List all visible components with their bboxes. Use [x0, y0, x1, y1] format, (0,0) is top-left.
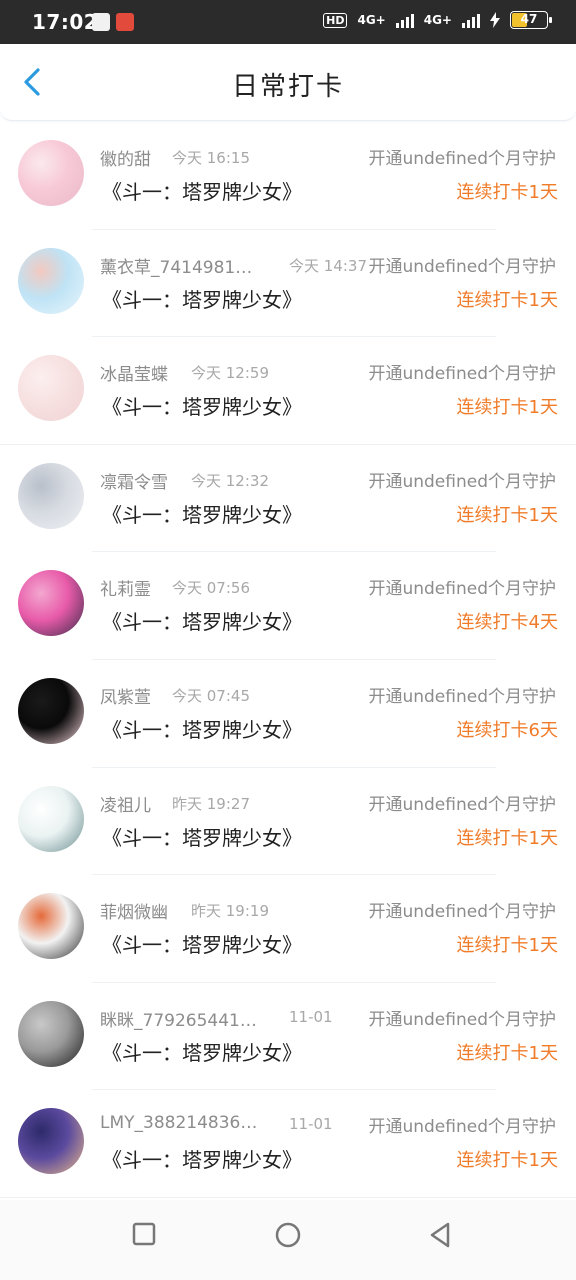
- streak-label: 连续打卡6天: [456, 719, 558, 741]
- topic-title: 《斗一：塔罗牌少女》: [102, 610, 302, 635]
- streak-label: 连续打卡1天: [456, 289, 558, 311]
- notification-app-icon: [92, 13, 110, 31]
- battery-cap: [549, 17, 552, 23]
- topic-title: 《斗一：塔罗牌少女》: [102, 180, 302, 204]
- streak-label: 连续打卡1天: [456, 397, 558, 419]
- checkin-time: 昨天 19:27: [172, 794, 250, 813]
- checkin-time: 今天 07:56: [172, 579, 250, 598]
- status-bar: 17:02 HD 4G+ 4G+ 47: [0, 0, 576, 44]
- status-time: 17:02: [32, 10, 99, 34]
- battery-icon: 47: [510, 11, 552, 29]
- app-header: 日常打卡: [0, 44, 576, 121]
- checkin-time: 昨天 19:19: [191, 902, 269, 921]
- circle-icon[interactable]: [275, 1222, 301, 1248]
- avatar[interactable]: [18, 140, 84, 206]
- signal-icon-2: [462, 12, 480, 28]
- checkin-time: 今天 14:37: [289, 256, 367, 275]
- triangle-back-icon[interactable]: [428, 1222, 452, 1248]
- checkin-time: 11-01: [289, 1115, 333, 1134]
- battery-level: 47: [520, 12, 538, 26]
- avatar[interactable]: [18, 247, 84, 314]
- streak-label: 连续打卡1天: [456, 1150, 558, 1172]
- streak-label: 连续打卡1天: [456, 182, 558, 203]
- streak-label: 连续打卡1天: [456, 504, 558, 526]
- guard-status: 开通undefined个月守护: [366, 1112, 556, 1138]
- guard-status: 开通undefined个月守护: [366, 897, 556, 923]
- guard-status: 开通undefined个月守护: [366, 1004, 556, 1030]
- checkin-list: 徽的甜 今天 16:15 开通undefined个月守护 《斗一：塔罗牌少女》 连续打卡…: [0, 122, 576, 1198]
- user-name[interactable]: 菲烟微幽: [100, 898, 168, 923]
- avatar[interactable]: [18, 677, 84, 744]
- avatar[interactable]: [18, 1108, 84, 1175]
- guard-status: 开通undefined个月守护: [366, 144, 556, 169]
- list-item[interactable]: 眯眯_779265441… 11-01 开通undefined个月守护《斗一：塔罗牌…: [0, 983, 576, 1091]
- list-item[interactable]: 冰晶莹蝶 今天 12:59 开通undefined个月守护《斗一：塔罗牌少女》 连续打…: [0, 337, 576, 445]
- topic-title: 《斗一：塔罗牌少女》: [102, 1040, 302, 1065]
- checkin-time: 今天 16:15: [172, 149, 250, 167]
- streak-label: 连续打卡1天: [456, 827, 558, 849]
- list-item[interactable]: 薰衣草_7414981… 今天 14:37 开通undefined个月守护《斗一：塔…: [0, 230, 576, 338]
- list-item[interactable]: LMY_388214836… 11-01 开通undefined个月守护《斗一：塔罗…: [0, 1090, 576, 1198]
- user-name[interactable]: 冰晶莹蝶: [100, 360, 168, 385]
- guard-status: 开通undefined个月守护: [366, 681, 556, 707]
- network-label-2: 4G+: [423, 13, 452, 27]
- topic-title: 《斗一：塔罗牌少女》: [102, 825, 302, 850]
- hd-badge: HD: [323, 12, 348, 28]
- topic-title: 《斗一：塔罗牌少女》: [102, 717, 302, 742]
- topic-title: 《斗一：塔罗牌少女》: [102, 395, 302, 420]
- user-name[interactable]: 眯眯_779265441…: [100, 1006, 257, 1031]
- notification-app-icon-2: [116, 13, 134, 31]
- topic-title: 《斗一：塔罗牌少女》: [102, 933, 302, 958]
- topic-title: 《斗一：塔罗牌少女》: [102, 502, 302, 527]
- user-name[interactable]: 徽的甜: [100, 145, 151, 170]
- avatar[interactable]: [18, 785, 84, 852]
- list-item[interactable]: 徽的甜 今天 16:15 开通undefined个月守护《斗一：塔罗牌少女》 连续打卡…: [0, 122, 576, 230]
- checkin-time: 今天 12:59: [191, 364, 269, 383]
- topic-title: 《斗一：塔罗牌少女》: [102, 287, 302, 312]
- user-name[interactable]: 凌祖儿: [100, 791, 151, 816]
- guard-status: 开通undefined个月守护: [366, 359, 556, 385]
- network-label-1: 4G+: [357, 13, 386, 27]
- status-indicators: HD 4G+ 4G+ 47: [323, 11, 552, 29]
- checkin-time: 11-01: [289, 1007, 333, 1026]
- divider: [0, 1196, 576, 1198]
- avatar[interactable]: [18, 893, 84, 960]
- avatar[interactable]: [18, 355, 84, 422]
- checkin-time: 今天 12:32: [191, 471, 269, 490]
- streak-label: 连续打卡1天: [456, 1042, 558, 1064]
- user-name[interactable]: LMY_388214836…: [100, 1113, 257, 1133]
- user-name[interactable]: 凛霜令雪: [100, 468, 168, 493]
- guard-status: 开通undefined个月守护: [366, 574, 556, 600]
- avatar[interactable]: [18, 1000, 84, 1067]
- guard-status: 开通undefined个月守护: [366, 466, 556, 492]
- checkin-time: 今天 07:45: [172, 686, 250, 705]
- list-item[interactable]: 凌祖儿 昨天 19:27 开通undefined个月守护《斗一：塔罗牌少女》 连续打卡…: [0, 768, 576, 876]
- guard-status: 开通undefined个月守护: [366, 789, 556, 815]
- list-item[interactable]: 凤紫萱 今天 07:45 开通undefined个月守护《斗一：塔罗牌少女》 连续打卡…: [0, 660, 576, 768]
- user-name[interactable]: 薰衣草_7414981…: [100, 253, 252, 278]
- list-item[interactable]: 菲烟微幽 昨天 19:19 开通undefined个月守护《斗一：塔罗牌少女》 连续打…: [0, 875, 576, 983]
- user-name[interactable]: 礼莉霊: [100, 575, 151, 600]
- streak-label: 连续打卡4天: [456, 612, 558, 634]
- streak-label: 连续打卡1天: [456, 935, 558, 957]
- page-title: 日常打卡: [231, 72, 344, 102]
- topic-title: 《斗一：塔罗牌少女》: [102, 1148, 302, 1173]
- avatar[interactable]: [18, 570, 84, 637]
- system-nav-bar: [0, 1200, 576, 1280]
- square-icon[interactable]: [132, 1222, 156, 1246]
- signal-icon: [395, 12, 414, 28]
- user-name[interactable]: 凤紫萱: [100, 683, 151, 708]
- charging-bolt-icon: [490, 12, 500, 28]
- list-item[interactable]: 凛霜令雪 今天 12:32 开通undefined个月守护《斗一：塔罗牌少女》 连续打…: [0, 445, 576, 553]
- list-item[interactable]: 礼莉霊 今天 07:56 开通undefined个月守护《斗一：塔罗牌少女》 连续打卡…: [0, 552, 576, 660]
- avatar[interactable]: [18, 462, 84, 529]
- guard-status: 开通undefined个月守护: [366, 251, 556, 277]
